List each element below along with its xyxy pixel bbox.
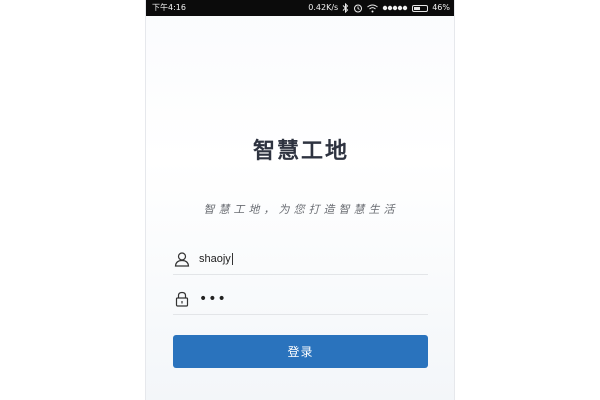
user-icon (173, 250, 191, 268)
alarm-icon (353, 0, 363, 16)
bluetooth-icon (342, 0, 349, 16)
password-field[interactable]: ••• (173, 283, 428, 315)
password-input[interactable]: ••• (199, 292, 227, 306)
app-slogan: 智慧工地，为您打造智慧生活 (203, 203, 399, 216)
phone-screen: 下午4:16 0.42K/s 46% 智慧工地 智慧工地，为您打造智慧生活 sh… (145, 0, 455, 400)
battery-icon (412, 0, 429, 16)
app-title: 智慧工地 (252, 139, 349, 164)
battery-level (414, 6, 420, 10)
status-icons: 0.42K/s 46% (308, 0, 450, 16)
battery-percent: 46% (432, 3, 450, 12)
status-bar: 下午4:16 0.42K/s 46% (146, 0, 454, 16)
username-input[interactable]: shaojy (199, 253, 231, 265)
wifi-icon (367, 0, 379, 16)
lock-icon (173, 290, 191, 308)
username-field[interactable]: shaojy (173, 243, 428, 275)
text-caret (231, 252, 233, 265)
login-button[interactable]: 登录 (173, 335, 428, 368)
signal-icon (382, 0, 408, 16)
network-speed: 0.42K/s (308, 3, 339, 12)
status-time: 下午4:16 (152, 3, 186, 12)
